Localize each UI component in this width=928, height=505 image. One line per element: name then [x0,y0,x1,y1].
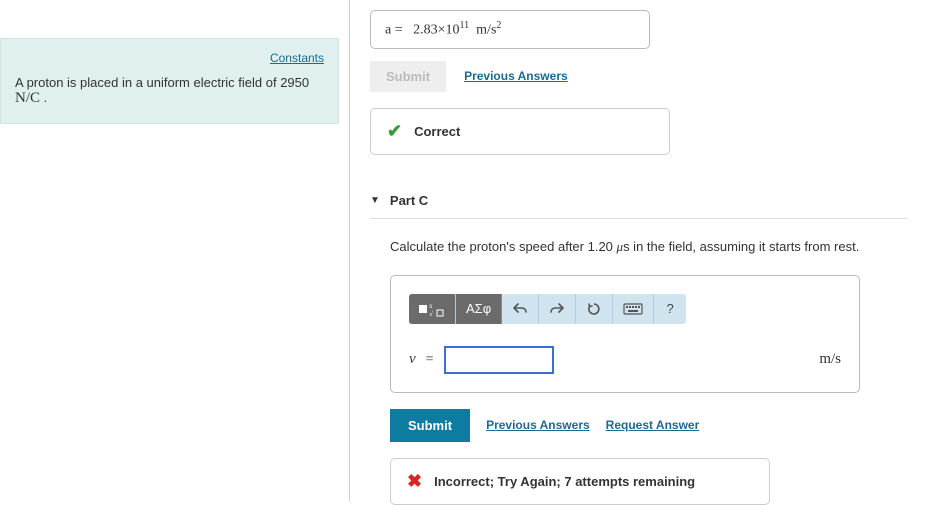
problem-unit: N/C [15,90,40,106]
prev-value: 2.83×10 [413,23,459,38]
templates-button[interactable]: x√ [409,294,456,324]
prev-unit-exp: 2 [496,20,501,31]
part-c-header[interactable]: ▼ Part C [370,185,908,219]
undo-button[interactable] [502,294,539,324]
check-icon: ✔ [387,121,402,142]
question-prefix: Calculate the proton's speed after 1.20 [390,239,617,254]
problem-text-prefix: A proton is placed in a uniform electric… [15,75,309,90]
previous-answers-link-c[interactable]: Previous Answers [486,418,590,432]
part-c-title: Part C [390,193,428,208]
answer-frame: x√ ΑΣφ ? v = [390,275,860,393]
problem-text: A proton is placed in a uniform electric… [15,75,324,107]
reset-button[interactable] [576,294,613,324]
answer-input[interactable] [444,346,554,374]
submit-button[interactable]: Submit [390,409,470,442]
svg-text:√: √ [429,310,433,317]
keyboard-button[interactable] [613,294,654,324]
help-button[interactable]: ? [654,294,686,324]
problem-text-suffix: . [40,90,47,105]
correct-feedback-box: ✔ Correct [370,108,670,155]
constants-link[interactable]: Constants [15,51,324,65]
correct-text: Correct [414,124,460,139]
greek-button[interactable]: ΑΣφ [456,294,502,324]
prev-exp: 11 [460,20,470,31]
incorrect-feedback-box: ✖ Incorrect; Try Again; 7 attempts remai… [390,458,770,505]
svg-text:x: x [429,302,433,310]
question-suffix: in the field, assuming it starts from re… [630,239,860,254]
prev-unit: m/s [476,23,496,38]
incorrect-text: Incorrect; Try Again; 7 attempts remaini… [434,474,695,489]
previous-answer-box: a = 2.83×1011 m/s2 [370,10,650,49]
equation-toolbar: x√ ΑΣφ ? [409,294,686,324]
submit-button-disabled: Submit [370,61,446,92]
part-c-question: Calculate the proton's speed after 1.20 … [390,239,908,255]
input-eq: = [426,352,434,368]
prev-eq: = [395,23,403,38]
request-answer-link[interactable]: Request Answer [606,418,700,432]
input-unit: m/s [819,351,841,368]
input-var: v [409,351,416,368]
redo-button[interactable] [539,294,576,324]
problem-statement-box: Constants A proton is placed in a unifor… [0,38,339,124]
previous-answers-link[interactable]: Previous Answers [464,69,568,83]
prev-var: a [385,23,391,38]
collapse-icon: ▼ [370,195,380,206]
x-icon: ✖ [407,471,422,492]
